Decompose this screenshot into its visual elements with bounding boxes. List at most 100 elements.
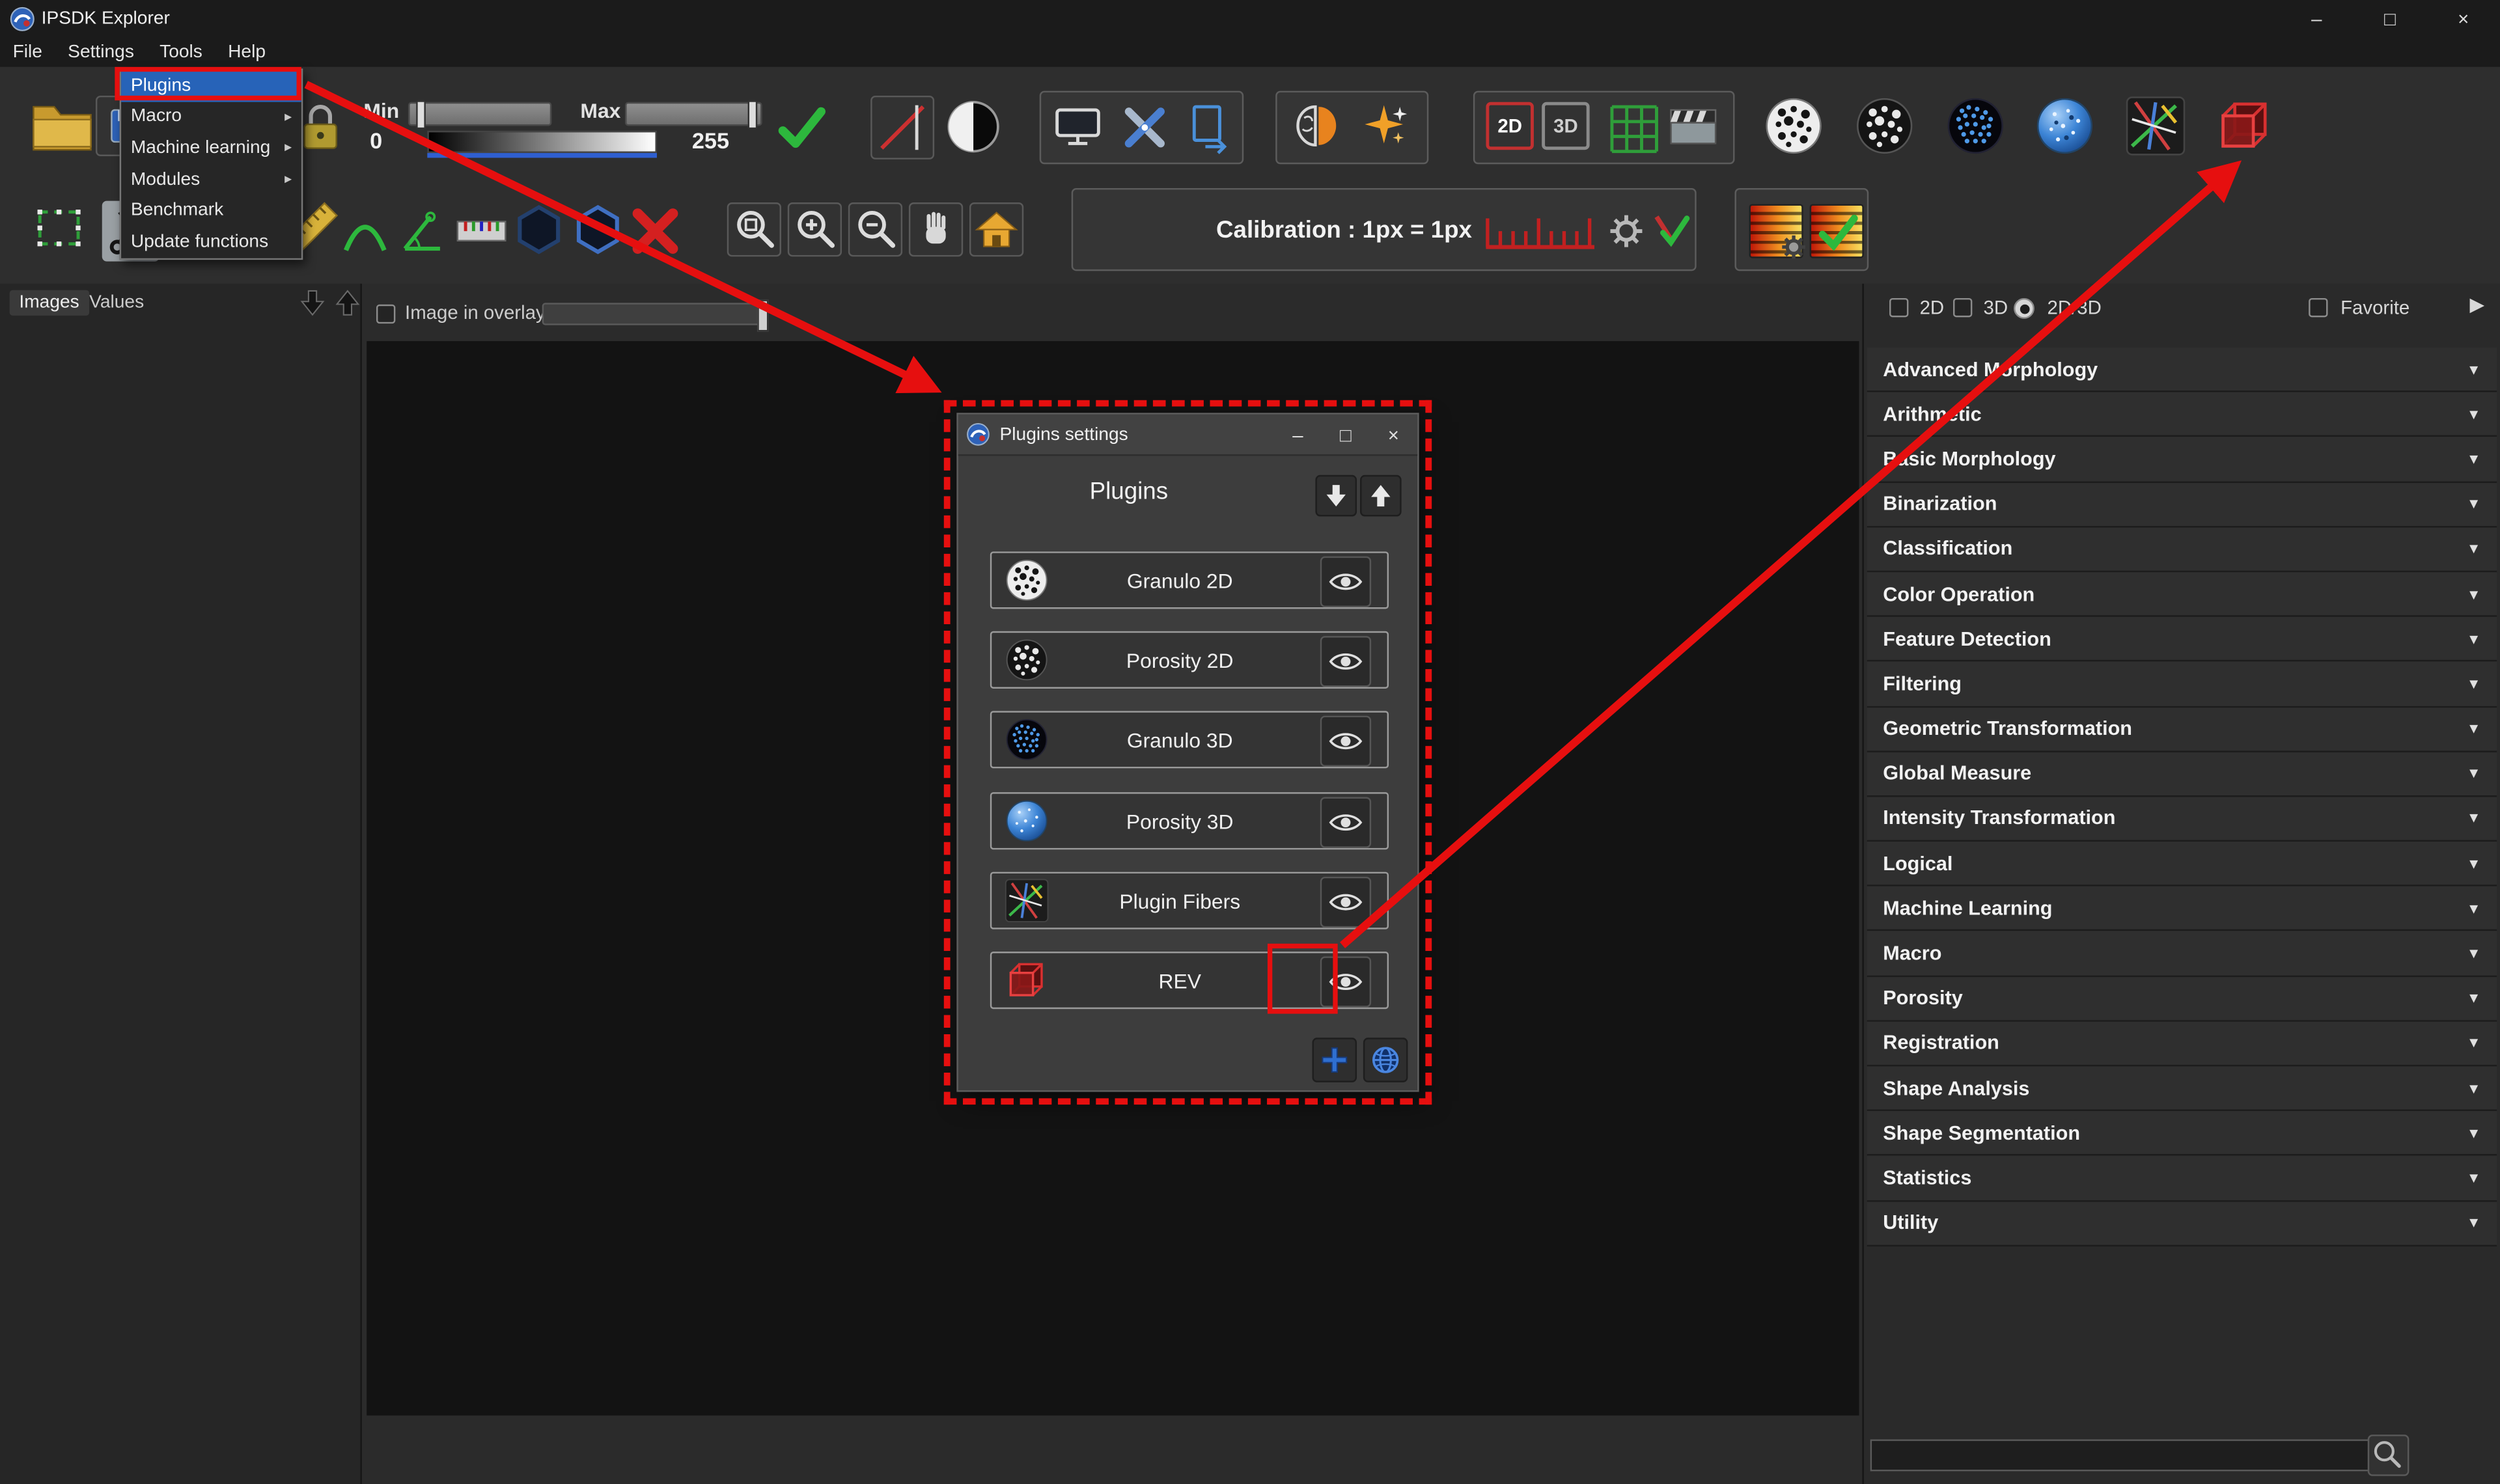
- chevron-down-icon[interactable]: ▼: [2467, 1215, 2481, 1231]
- view-2d-button[interactable]: 2D: [1486, 102, 1533, 150]
- category-row-color-operation[interactable]: Color Operation▼: [1867, 572, 2497, 617]
- zoom-in-button[interactable]: [788, 202, 842, 256]
- tab-values[interactable]: Values: [79, 290, 153, 316]
- show-plugin-eye-button[interactable]: [1320, 556, 1371, 607]
- menu-item-benchmark[interactable]: Benchmark: [121, 195, 301, 227]
- chevron-down-icon[interactable]: ▼: [2467, 1125, 2481, 1140]
- show-plugin-eye-button[interactable]: [1320, 636, 1371, 687]
- pan-hand-button[interactable]: [909, 202, 963, 256]
- favorite-checkbox[interactable]: [2309, 298, 2327, 317]
- chevron-down-icon[interactable]: ▼: [2467, 451, 2481, 467]
- grayscale-gradient-bar[interactable]: [427, 131, 657, 153]
- category-row-advanced-morphology[interactable]: Advanced Morphology▼: [1867, 348, 2497, 392]
- category-row-global-measure[interactable]: Global Measure▼: [1867, 752, 2497, 797]
- selection-rect-button[interactable]: [29, 198, 89, 266]
- category-row-shape-segmentation[interactable]: Shape Segmentation▼: [1867, 1111, 2497, 1156]
- menu-item-plugins[interactable]: Plugins: [121, 70, 301, 102]
- show-rev-eye-button[interactable]: [1320, 956, 1371, 1007]
- hexagon-roi-button[interactable]: [510, 201, 568, 266]
- category-row-statistics[interactable]: Statistics▼: [1867, 1156, 2497, 1201]
- menu-help[interactable]: Help: [215, 38, 278, 67]
- category-row-filtering[interactable]: Filtering▼: [1867, 662, 2497, 707]
- dialog-title-bar[interactable]: Plugins settings – □ ×: [958, 415, 1417, 456]
- lut-curve-button[interactable]: [870, 96, 934, 159]
- category-row-feature-detection[interactable]: Feature Detection▼: [1867, 617, 2497, 662]
- show-plugin-eye-button[interactable]: [1320, 716, 1371, 767]
- sparkles-icon[interactable]: [1355, 99, 1413, 164]
- dialog-close-button[interactable]: ×: [1370, 414, 1417, 456]
- move-up-button[interactable]: [331, 287, 363, 327]
- tab-images[interactable]: Images: [10, 290, 89, 316]
- zoom-out-button[interactable]: [848, 202, 902, 256]
- granulo-3d-icon[interactable]: [1945, 96, 2006, 164]
- chevron-down-icon[interactable]: ▼: [2467, 676, 2481, 691]
- angle-measure-button[interactable]: [395, 204, 449, 266]
- plugin-row-porosity-2d[interactable]: Porosity 2D: [990, 631, 1389, 689]
- max-slider[interactable]: [625, 102, 762, 126]
- hexagon-roi-active-button[interactable]: [569, 201, 626, 266]
- min-slider[interactable]: [408, 102, 551, 126]
- category-row-binarization[interactable]: Binarization▼: [1867, 482, 2497, 527]
- view-3d-button[interactable]: 3D: [1542, 102, 1589, 150]
- dialog-maximize-button[interactable]: □: [1322, 414, 1369, 456]
- chevron-down-icon[interactable]: ▼: [2467, 721, 2481, 736]
- menu-file[interactable]: File: [0, 38, 55, 67]
- chevron-down-icon[interactable]: ▼: [2467, 855, 2481, 871]
- chevron-down-icon[interactable]: ▼: [2467, 541, 2481, 556]
- min-slider-thumb[interactable]: [416, 100, 426, 129]
- online-plugins-button[interactable]: [1363, 1037, 1408, 1082]
- overlay-checkbox[interactable]: [376, 305, 395, 323]
- move-down-button[interactable]: [297, 287, 329, 327]
- close-button[interactable]: ×: [2426, 0, 2500, 38]
- chevron-down-icon[interactable]: ▼: [2467, 1170, 2481, 1185]
- chevron-down-icon[interactable]: ▼: [2467, 406, 2481, 422]
- measure-tools-button[interactable]: [1116, 99, 1173, 164]
- filter-3d-checkbox[interactable]: [1953, 298, 1972, 317]
- plugin-row-granulo-3d[interactable]: Granulo 3D: [990, 711, 1389, 768]
- chevron-down-icon[interactable]: ▼: [2467, 361, 2481, 377]
- show-plugin-eye-button[interactable]: [1320, 877, 1371, 928]
- home-view-button[interactable]: [969, 202, 1023, 256]
- minimize-button[interactable]: –: [2280, 0, 2354, 38]
- calibrated-ruler-button[interactable]: [453, 201, 510, 266]
- chevron-down-icon[interactable]: ▼: [2467, 496, 2481, 512]
- show-plugin-eye-button[interactable]: [1320, 797, 1371, 847]
- movie-clapper-button[interactable]: [1665, 99, 1722, 164]
- filter-2d3d-radio[interactable]: [2014, 298, 2035, 319]
- category-row-porosity[interactable]: Porosity▼: [1867, 976, 2497, 1021]
- plugin-row-porosity-3d[interactable]: Porosity 3D: [990, 792, 1389, 849]
- category-row-intensity-transformation[interactable]: Intensity Transformation▼: [1867, 797, 2497, 842]
- category-row-machine-learning[interactable]: Machine Learning▼: [1867, 886, 2497, 931]
- apply-check-button[interactable]: [775, 100, 829, 163]
- dialog-minimize-button[interactable]: –: [1274, 414, 1322, 456]
- menu-item-machine-learning[interactable]: Machine learning▸: [121, 133, 301, 164]
- category-row-arithmetic[interactable]: Arithmetic▼: [1867, 392, 2497, 437]
- grid-view-button[interactable]: [1604, 99, 1661, 164]
- plugin-row-rev[interactable]: REV: [990, 952, 1389, 1009]
- category-row-registration[interactable]: Registration▼: [1867, 1021, 2497, 1066]
- chevron-down-icon[interactable]: ▼: [2467, 945, 2481, 961]
- category-row-classification[interactable]: Classification▼: [1867, 527, 2497, 572]
- search-button[interactable]: [2368, 1435, 2410, 1476]
- granulo-2d-icon[interactable]: [1764, 96, 1824, 164]
- chevron-down-icon[interactable]: ▼: [2467, 1080, 2481, 1095]
- plugin-row-fibers[interactable]: Plugin Fibers: [990, 872, 1389, 929]
- add-plugin-button[interactable]: [1312, 1037, 1357, 1082]
- category-row-shape-analysis[interactable]: Shape Analysis▼: [1867, 1066, 2497, 1111]
- category-row-logical[interactable]: Logical▼: [1867, 842, 2497, 886]
- max-slider-thumb[interactable]: [748, 100, 758, 129]
- brain-icon[interactable]: [1285, 96, 1349, 167]
- filter-2d-checkbox[interactable]: [1889, 298, 1908, 317]
- chevron-down-icon[interactable]: ▼: [2467, 586, 2481, 601]
- overlay-opacity-thumb[interactable]: [757, 299, 768, 331]
- menu-item-macro[interactable]: Macro▸: [121, 102, 301, 133]
- function-search-input[interactable]: [1870, 1439, 2371, 1471]
- category-row-geometric-transformation[interactable]: Geometric Transformation▼: [1867, 707, 2497, 752]
- plugin-fibers-icon[interactable]: [2125, 96, 2186, 164]
- chevron-down-icon[interactable]: ▼: [2467, 810, 2481, 826]
- plugin-row-granulo-2d[interactable]: Granulo 2D: [990, 551, 1389, 609]
- porosity-3d-icon[interactable]: [2035, 96, 2095, 164]
- calibration-settings-gear-icon[interactable]: [1609, 213, 1644, 256]
- collapse-panel-icon[interactable]: ▶: [2469, 294, 2484, 316]
- menu-tools[interactable]: Tools: [147, 38, 215, 67]
